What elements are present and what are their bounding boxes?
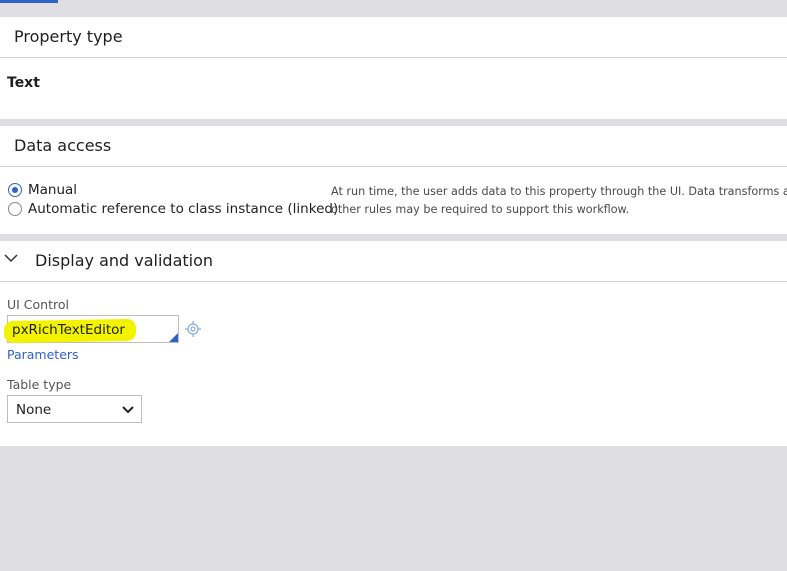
property-type-title: Property type bbox=[14, 27, 123, 46]
property-type-header: Property type bbox=[0, 17, 787, 58]
autocomplete-corner-icon bbox=[169, 333, 178, 342]
property-type-section: Property type Text bbox=[0, 17, 787, 119]
data-access-help-text: At run time, the user adds data to this … bbox=[331, 183, 787, 219]
chevron-down-icon[interactable] bbox=[122, 405, 134, 414]
gear-icon[interactable] bbox=[184, 320, 202, 338]
display-validation-header[interactable]: Display and validation bbox=[0, 241, 787, 282]
display-validation-section: Display and validation UI Control pxRich… bbox=[0, 241, 787, 446]
active-tab-indicator bbox=[0, 0, 58, 3]
data-access-title: Data access bbox=[14, 136, 112, 155]
ui-control-value[interactable]: pxRichTextEditor bbox=[12, 322, 125, 338]
table-type-select[interactable]: None bbox=[7, 395, 142, 423]
table-type-value[interactable]: None bbox=[16, 402, 51, 418]
chevron-down-icon[interactable] bbox=[4, 253, 18, 263]
radio-automatic-reference[interactable]: Automatic reference to class instance (l… bbox=[8, 200, 338, 218]
radio-automatic-button[interactable] bbox=[8, 202, 22, 216]
display-validation-title: Display and validation bbox=[35, 251, 214, 270]
data-access-section: Data access Manual Automatic reference t… bbox=[0, 126, 787, 234]
data-access-help-line-2: other rules may be required to support t… bbox=[331, 203, 630, 216]
table-type-label: Table type bbox=[7, 377, 72, 392]
parameters-link[interactable]: Parameters bbox=[7, 347, 79, 362]
radio-automatic-label[interactable]: Automatic reference to class instance (l… bbox=[28, 201, 338, 217]
data-access-help-line-1: At run time, the user adds data to this … bbox=[331, 185, 787, 198]
radio-manual-button[interactable] bbox=[8, 183, 22, 197]
data-access-header: Data access bbox=[0, 126, 787, 167]
radio-manual[interactable]: Manual bbox=[8, 181, 77, 199]
ui-control-input[interactable]: pxRichTextEditor bbox=[3, 315, 179, 344]
property-type-value: Text bbox=[7, 75, 40, 91]
radio-manual-label[interactable]: Manual bbox=[28, 182, 77, 198]
ui-control-label: UI Control bbox=[7, 297, 69, 312]
